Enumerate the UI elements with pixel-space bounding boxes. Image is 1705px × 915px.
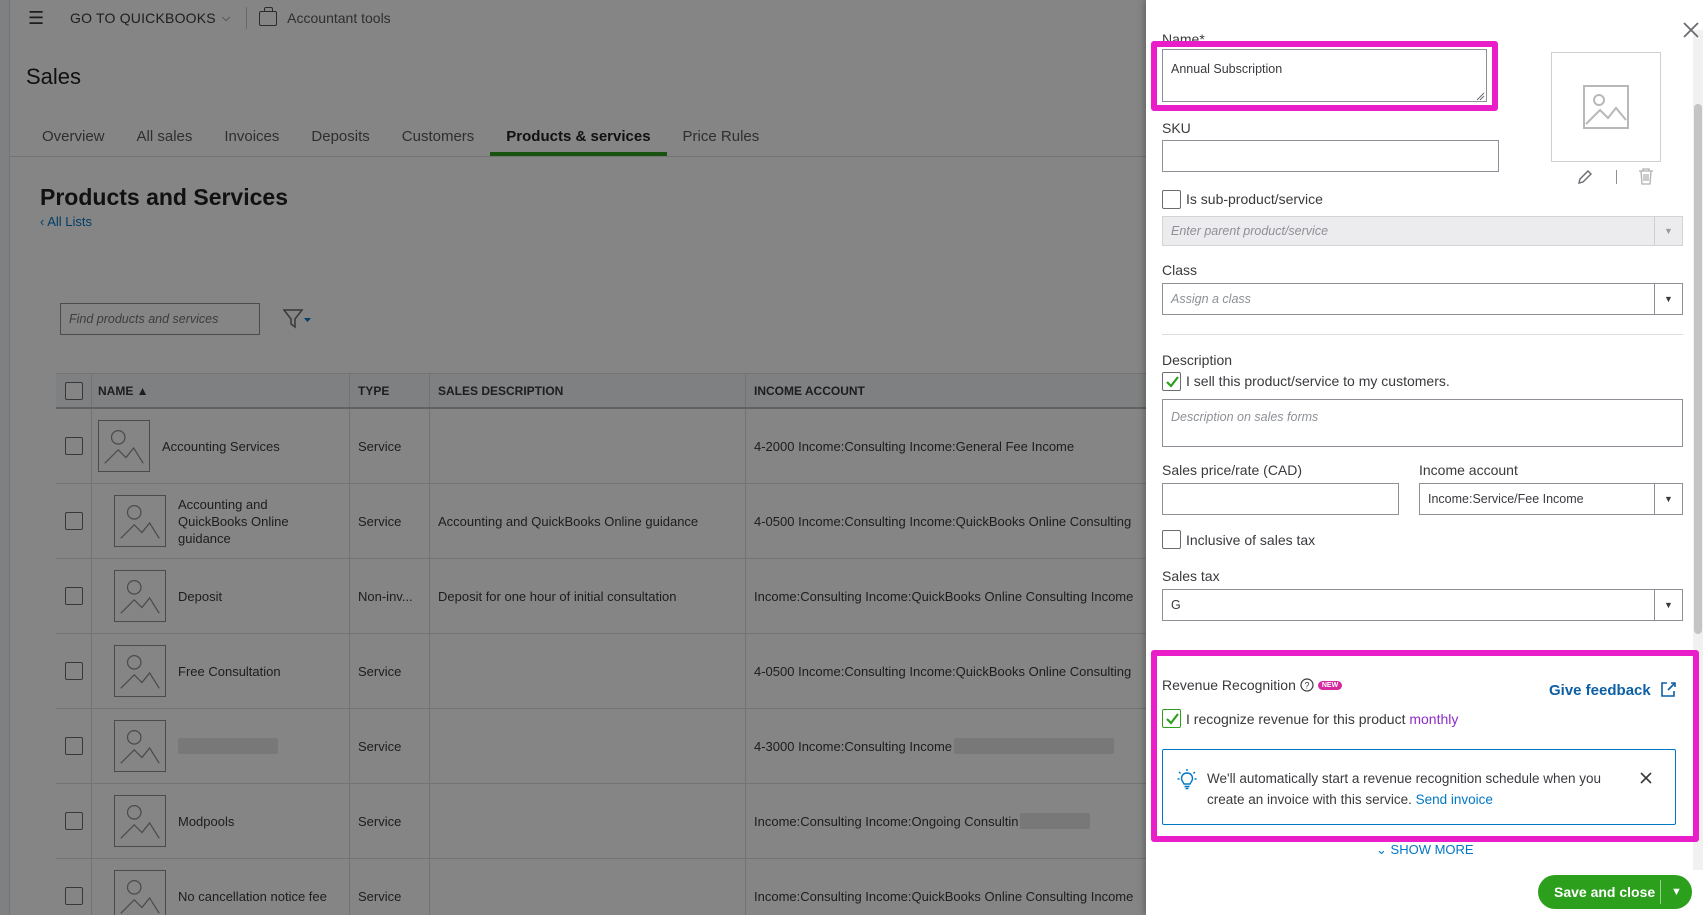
give-feedback-link[interactable]: Give feedback [1549,681,1677,699]
close-icon[interactable] [1639,771,1653,785]
sales-description-field[interactable]: Description on sales forms [1162,399,1683,447]
chevron-down-icon[interactable]: ▼ [1654,284,1682,314]
class-label: Class [1162,262,1198,278]
revenue-recognition-header: Revenue Recognition ? NEW [1162,677,1343,693]
sku-label: SKU [1162,120,1191,136]
sub-product-label: Is sub-product/service [1186,191,1323,207]
checkmark-icon [1166,376,1179,388]
parent-product-placeholder: Enter parent product/service [1171,224,1329,238]
show-more-link[interactable]: ⌄ SHOW MORE [1376,842,1474,858]
product-image-upload[interactable] [1551,52,1661,162]
inclusive-tax-checkbox[interactable] [1162,530,1181,549]
inclusive-tax-label: Inclusive of sales tax [1186,532,1316,548]
svg-text:?: ? [1304,681,1309,691]
parent-product-select: Enter parent product/service ▼ [1162,216,1683,246]
sales-tax-select[interactable]: G ▼ [1162,589,1683,621]
class-select[interactable]: Assign a class ▼ [1162,283,1683,315]
revenue-recognition-label: Revenue Recognition [1162,677,1296,693]
revenue-info-message: We'll automatically start a revenue reco… [1207,771,1602,807]
sales-price-field[interactable] [1162,483,1399,515]
chevron-down-icon[interactable]: ▼ [1654,484,1682,514]
show-more-label: SHOW MORE [1390,842,1474,857]
name-field[interactable]: Annual Subscription [1162,49,1487,102]
feedback-icon [1660,682,1676,697]
chevron-down-icon[interactable]: ▼ [1661,886,1692,898]
section-divider [1162,334,1683,335]
description-label: Description [1162,352,1233,368]
sales-tax-label: Sales tax [1162,568,1220,584]
save-and-close-button[interactable]: Save and close ▼ [1538,875,1692,909]
revenue-info-banner: We'll automatically start a revenue reco… [1162,749,1676,825]
image-placeholder-icon [1583,85,1629,129]
class-placeholder: Assign a class [1171,292,1251,306]
sales-price-label: Sales price/rate (CAD) [1162,462,1303,478]
chevron-down-icon: ▼ [1654,217,1682,245]
drawer-scrollbar-thumb[interactable] [1694,104,1702,634]
recognize-revenue-text: I recognize revenue for this product mon… [1186,711,1458,727]
pencil-icon[interactable] [1576,168,1594,186]
resize-handle-icon[interactable] [1476,92,1485,101]
income-account-select[interactable]: Income:Service/Fee Income ▼ [1419,483,1683,515]
sell-label: I sell this product/service to my custom… [1186,373,1450,389]
name-label: Name* [1162,31,1205,47]
lightbulb-icon [1177,769,1197,790]
sales-tax-value: G [1171,598,1181,612]
image-actions-divider [1616,170,1617,184]
close-icon[interactable] [1681,20,1701,40]
income-account-label: Income account [1419,462,1518,478]
sub-product-checkbox[interactable] [1162,190,1181,209]
income-account-value: Income:Service/Fee Income [1428,492,1584,506]
new-badge: NEW [1317,680,1343,690]
chevron-down-icon[interactable]: ▼ [1654,590,1682,620]
help-icon[interactable]: ? [1300,678,1314,692]
name-value: Annual Subscription [1171,62,1283,76]
modal-backdrop[interactable] [0,0,1146,915]
recognize-revenue-checkbox[interactable] [1162,709,1181,728]
sell-checkbox[interactable] [1162,372,1181,391]
chevron-down-icon: ⌄ [1376,842,1387,857]
product-service-drawer: Name* Annual Subscription SKU Is sub-pro… [1146,0,1705,915]
sales-description-placeholder: Description on sales forms [1171,410,1319,424]
sku-field[interactable] [1162,140,1499,172]
save-and-close-label: Save and close [1554,884,1656,900]
recognize-frequency-link[interactable]: monthly [1409,711,1458,727]
recognize-revenue-label: I recognize revenue for this product [1186,711,1406,727]
revenue-info-text: We'll automatically start a revenue reco… [1207,768,1627,810]
trash-icon[interactable] [1637,167,1655,186]
send-invoice-link[interactable]: Send invoice [1416,792,1493,807]
give-feedback-label: Give feedback [1549,681,1651,699]
checkmark-icon [1166,713,1179,725]
